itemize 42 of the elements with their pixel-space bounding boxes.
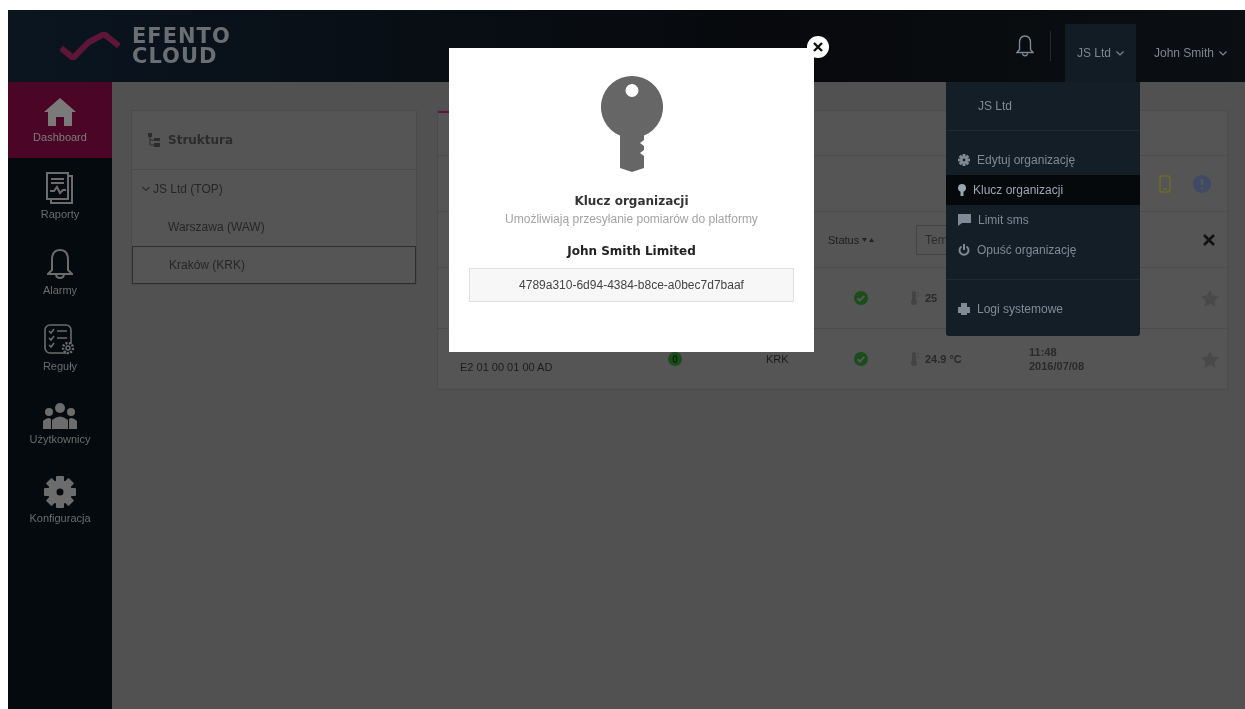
checklist-gear-icon — [44, 324, 76, 356]
power-icon — [958, 244, 970, 256]
check-circle-icon — [854, 291, 868, 305]
sidebar-item[interactable]: Użytkownicy — [8, 386, 112, 462]
key-icon — [958, 184, 966, 196]
user-menu[interactable]: John Smith — [1141, 24, 1239, 82]
report-icon — [46, 172, 74, 204]
key-icon — [600, 76, 663, 172]
dialog-subtitle: Umożliwiają przesyłanie pomiarów do platformy — [505, 212, 758, 226]
menu-header: JS Ltd — [946, 82, 1140, 131]
close-icon[interactable] — [813, 42, 823, 52]
organization-name: John Smith Limited — [567, 244, 696, 258]
sort-icon — [862, 236, 875, 243]
info-icon[interactable] — [1193, 174, 1211, 193]
tree-structure-icon — [148, 133, 160, 147]
sidebar-item[interactable]: Alarmy — [8, 234, 112, 310]
notification-bell-icon[interactable] — [1015, 35, 1034, 57]
column-header[interactable]: Status — [828, 233, 916, 246]
dialog-title: Klucz organizacji — [574, 194, 689, 208]
organization-menu[interactable]: JS Ltd — [1064, 24, 1136, 82]
bell-icon — [47, 248, 73, 280]
settings-icon — [958, 154, 970, 166]
menu-item[interactable]: Logi systemowe — [946, 294, 1140, 324]
chat-icon — [958, 214, 971, 226]
chevron-down-icon — [1219, 50, 1227, 56]
chevron-down-icon[interactable] — [142, 185, 150, 193]
settings-icon — [44, 476, 76, 508]
phone-icon[interactable] — [1159, 174, 1171, 193]
sidebar-item[interactable]: Dashboard — [8, 82, 112, 158]
users-icon — [43, 403, 77, 429]
logo-text: EFENTO CLOUD — [132, 26, 231, 66]
sidebar-item[interactable]: Raporty — [8, 158, 112, 234]
location-code: KRK — [766, 353, 789, 365]
sidebar-item[interactable]: Reguły — [8, 310, 112, 386]
sidebar-item[interactable]: Konfiguracja — [8, 462, 112, 538]
home-icon — [43, 97, 77, 127]
chevron-down-icon — [1115, 50, 1124, 56]
check-circle-icon — [854, 352, 868, 366]
menu-item[interactable]: Klucz organizacji — [946, 175, 1140, 205]
logo-wave-icon — [60, 32, 120, 60]
menu-item[interactable]: Edytuj organizację — [946, 145, 1140, 175]
key-field[interactable]: 4789a310-6d94-4384-b8ce-a0bec7d7baaf — [469, 268, 794, 302]
